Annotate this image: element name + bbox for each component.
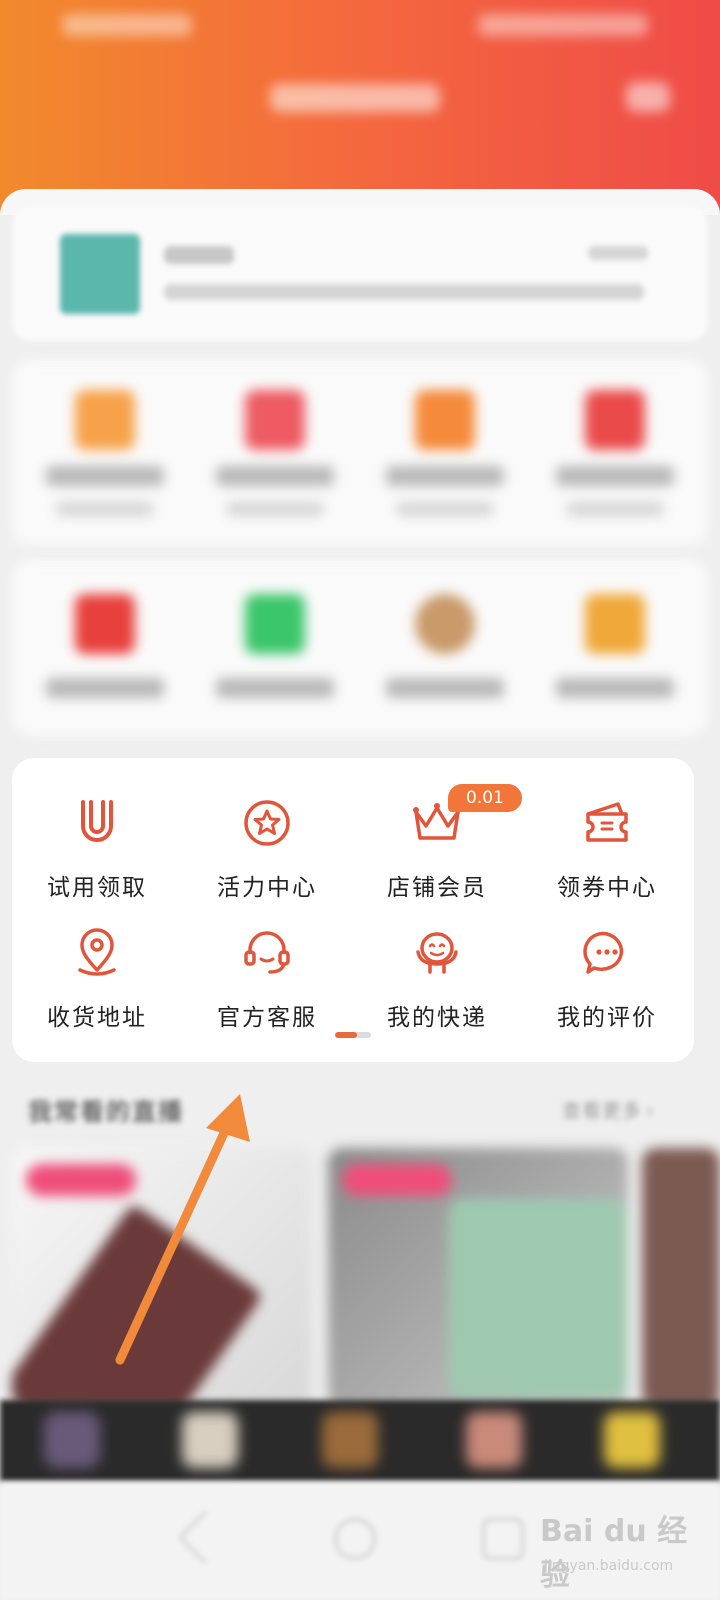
watermark-text: Bai du 经验 [540, 1514, 688, 1593]
watermark-sub: jingyan.baidu.com [544, 1558, 674, 1574]
watermark: Bai du 经验 jingyan.baidu.com [540, 1500, 710, 1593]
annotation-arrow [115, 1094, 250, 1365]
